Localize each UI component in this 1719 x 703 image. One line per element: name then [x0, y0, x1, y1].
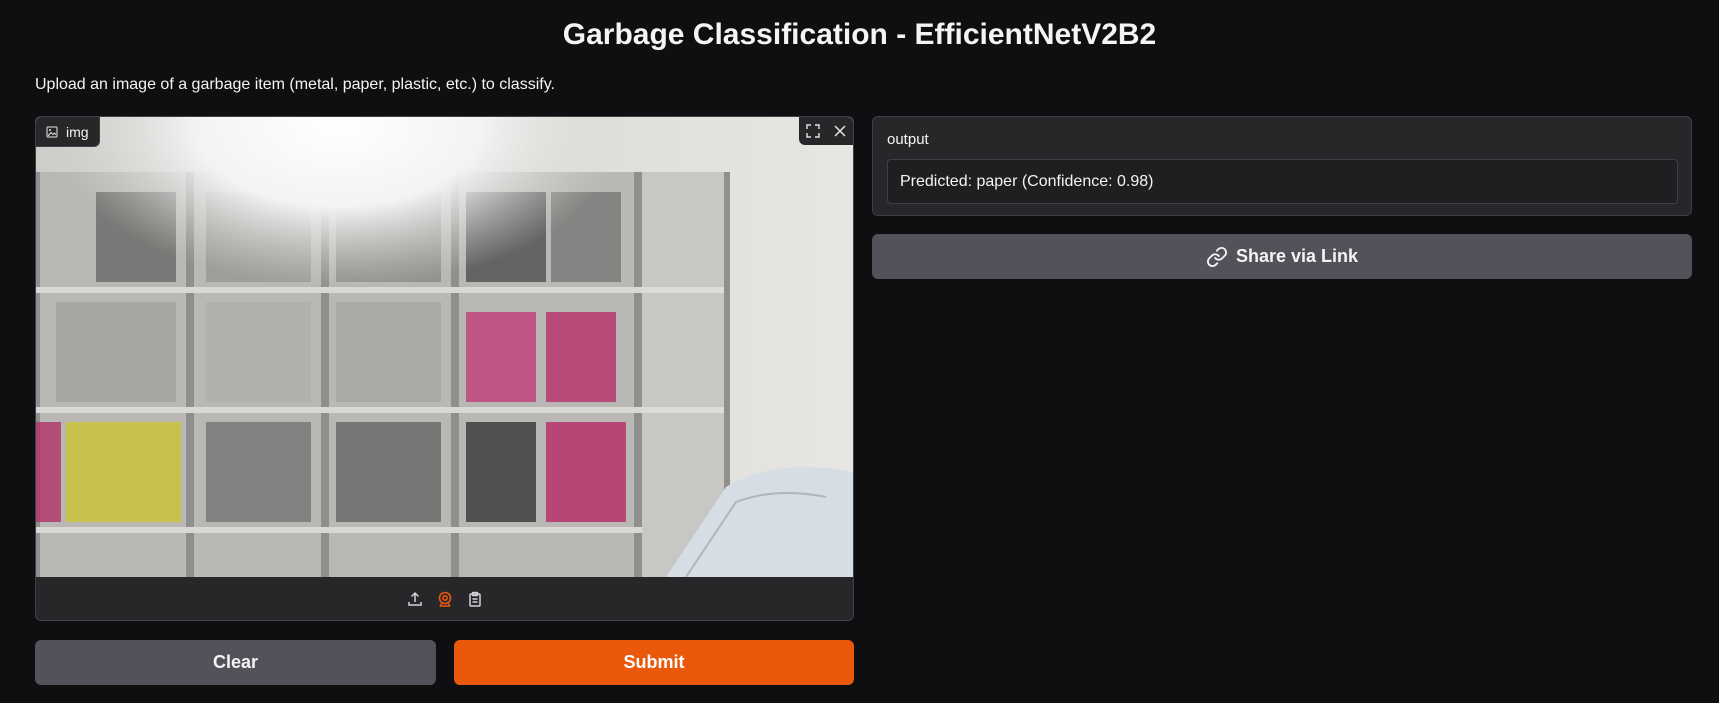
clear-button[interactable]: Clear — [35, 640, 436, 685]
captured-photo — [36, 117, 853, 577]
output-panel: output Predicted: paper (Confidence: 0.9… — [872, 116, 1692, 216]
fullscreen-icon[interactable] — [799, 117, 826, 145]
submit-button[interactable]: Submit — [454, 640, 854, 685]
image-actions — [799, 117, 853, 145]
output-label: output — [887, 131, 929, 148]
close-icon[interactable] — [826, 117, 853, 145]
image-icon — [46, 126, 58, 137]
page-title: Garbage Classification - EfficientNetV2B… — [562, 18, 1157, 51]
image-input-label: img — [66, 123, 89, 140]
image-source-toolbar — [36, 577, 853, 620]
webcam-icon[interactable] — [436, 590, 454, 608]
image-input[interactable]: img — [35, 116, 854, 621]
upload-icon[interactable] — [406, 590, 424, 608]
share-button-label: Share via Link — [1235, 246, 1359, 266]
share-via-link-button[interactable]: Share via Link — [872, 234, 1692, 279]
image-input-label-badge: img — [36, 117, 100, 147]
link-icon — [1206, 246, 1227, 267]
app-page: Garbage Classification - EfficientNetV2B… — [0, 0, 1719, 703]
webcam-capture-image — [36, 117, 853, 577]
clipboard-icon[interactable] — [466, 590, 484, 608]
page-description: Upload an image of a garbage item (metal… — [35, 76, 555, 93]
output-textbox[interactable]: Predicted: paper (Confidence: 0.98) — [887, 159, 1678, 204]
